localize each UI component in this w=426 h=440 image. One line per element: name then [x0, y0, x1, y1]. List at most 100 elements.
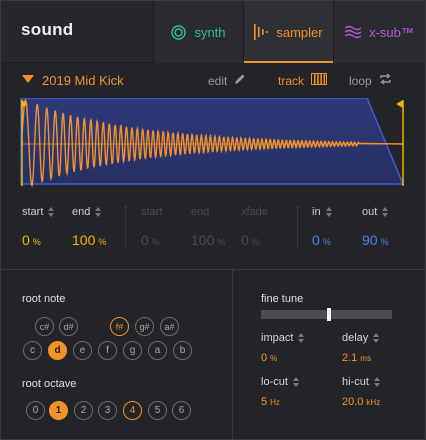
- key-c[interactable]: c: [23, 341, 42, 360]
- end-marker-flag[interactable]: [396, 100, 403, 108]
- edit-label: edit: [208, 73, 228, 88]
- octave-label: 0: [32, 405, 39, 416]
- key-label: c#: [39, 321, 50, 332]
- fine-tune-thumb[interactable]: [327, 308, 332, 321]
- key-g[interactable]: g: [123, 341, 142, 360]
- key-b[interactable]: b: [173, 341, 192, 360]
- key-a-sharp[interactable]: a#: [160, 317, 179, 336]
- impact-label: impact: [261, 332, 294, 344]
- key-g-sharp[interactable]: g#: [135, 317, 154, 336]
- key-f[interactable]: f: [98, 341, 117, 360]
- end-value[interactable]: 100: [72, 232, 95, 248]
- track-button[interactable]: track: [278, 73, 328, 88]
- fine-tune-label: fine tune: [261, 293, 304, 305]
- out-value[interactable]: 90: [362, 232, 378, 248]
- in-control[interactable]: in 0%: [312, 206, 332, 248]
- out-unit: %: [380, 237, 389, 247]
- hicut-control[interactable]: hi-cut 20.0 kHz: [342, 376, 380, 408]
- end-label: end: [72, 206, 91, 218]
- octave-label: 5: [154, 405, 161, 416]
- key-label: a: [154, 345, 161, 356]
- locut-unit: Hz: [270, 398, 280, 407]
- hicut-unit: kHz: [366, 398, 381, 407]
- edit-button[interactable]: edit: [208, 73, 246, 88]
- locut-label: lo-cut: [261, 376, 288, 388]
- impact-value[interactable]: 0: [261, 352, 267, 364]
- column-divider: [232, 270, 233, 440]
- track-label: track: [278, 73, 305, 88]
- in-label: in: [312, 206, 321, 218]
- in-value[interactable]: 0: [312, 232, 320, 248]
- tab-sampler-label: sampler: [276, 24, 323, 40]
- loop-end-control: end 100%: [191, 206, 225, 248]
- octave-1[interactable]: 1: [49, 401, 68, 420]
- key-label: b: [179, 345, 186, 356]
- loop-end-value: 100: [191, 232, 215, 248]
- key-a[interactable]: a: [148, 341, 167, 360]
- panel-title: sound: [21, 20, 74, 39]
- out-control[interactable]: out 90%: [362, 206, 389, 248]
- out-stepper-icon[interactable]: [382, 207, 389, 217]
- loop-start-value: 0: [141, 232, 149, 248]
- impact-stepper-icon[interactable]: [298, 333, 305, 343]
- sample-dropdown-arrow-icon[interactable]: [22, 75, 34, 83]
- impact-control[interactable]: impact 0%: [261, 332, 305, 364]
- root-note-label: root note: [22, 293, 66, 305]
- octave-label: 2: [80, 405, 87, 416]
- sample-bar: 2019 Mid Kick edit track loop: [1, 64, 425, 98]
- sampler-bars-icon: [254, 24, 268, 40]
- locut-stepper-icon[interactable]: [292, 377, 299, 387]
- end-stepper-icon[interactable]: [95, 207, 102, 217]
- xfade-label: xfade: [241, 206, 268, 218]
- octave-5[interactable]: 5: [148, 401, 167, 420]
- octave-2[interactable]: 2: [74, 401, 93, 420]
- delay-value[interactable]: 2.1: [342, 352, 357, 364]
- loop-icon: [379, 73, 392, 88]
- loop-end-label: end: [191, 206, 210, 218]
- octave-6[interactable]: 6: [172, 401, 191, 420]
- octave-0[interactable]: 0: [26, 401, 45, 420]
- hicut-stepper-icon[interactable]: [373, 377, 380, 387]
- key-d[interactable]: d: [48, 341, 67, 360]
- start-value[interactable]: 0: [22, 232, 30, 248]
- loop-start-control: start 0%: [141, 206, 162, 248]
- impact-unit: %: [270, 354, 278, 363]
- delay-stepper-icon[interactable]: [373, 333, 380, 343]
- octave-4[interactable]: 4: [123, 401, 142, 420]
- loop-button[interactable]: loop: [349, 73, 392, 88]
- key-e[interactable]: e: [73, 341, 92, 360]
- hicut-value[interactable]: 20.0: [342, 396, 363, 408]
- key-label: g: [129, 345, 136, 356]
- key-c-sharp[interactable]: c#: [35, 317, 54, 336]
- key-label: d#: [63, 321, 74, 332]
- delay-label: delay: [342, 332, 369, 344]
- xfade-unit: %: [251, 237, 260, 247]
- start-stepper-icon[interactable]: [48, 207, 55, 217]
- waveform-display[interactable]: [19, 97, 407, 190]
- key-label: d: [54, 345, 61, 356]
- delay-control[interactable]: delay 2.1 ms: [342, 332, 380, 364]
- key-d-sharp[interactable]: d#: [59, 317, 78, 336]
- pencil-icon: [234, 73, 246, 88]
- tab-sampler[interactable]: sampler: [243, 1, 333, 63]
- in-unit: %: [322, 237, 331, 247]
- sample-name[interactable]: 2019 Mid Kick: [42, 73, 124, 88]
- locut-control[interactable]: lo-cut 5 Hz: [261, 376, 299, 408]
- xfade-value: 0: [241, 232, 249, 248]
- locut-value[interactable]: 5: [261, 396, 267, 408]
- key-f-sharp[interactable]: f#: [110, 317, 129, 336]
- end-control[interactable]: end 100%: [72, 206, 106, 248]
- octave-3[interactable]: 3: [98, 401, 117, 420]
- tab-xsub-label: x-sub™: [369, 24, 414, 40]
- loop-end-unit: %: [217, 237, 226, 247]
- in-stepper-icon[interactable]: [325, 207, 332, 217]
- loop-label: loop: [349, 73, 372, 88]
- start-control[interactable]: start 0%: [22, 206, 55, 248]
- tab-synth-label: synth: [194, 24, 226, 40]
- tab-xsub[interactable]: x-sub™: [333, 1, 425, 63]
- tab-synth[interactable]: synth: [153, 1, 243, 63]
- sound-panel: sound synth sampler x-sub™ 2019 Mid Kick…: [0, 0, 426, 440]
- marker-separator: [125, 206, 126, 248]
- xsub-waves-icon: [345, 25, 362, 39]
- synth-circle-icon: [171, 24, 187, 40]
